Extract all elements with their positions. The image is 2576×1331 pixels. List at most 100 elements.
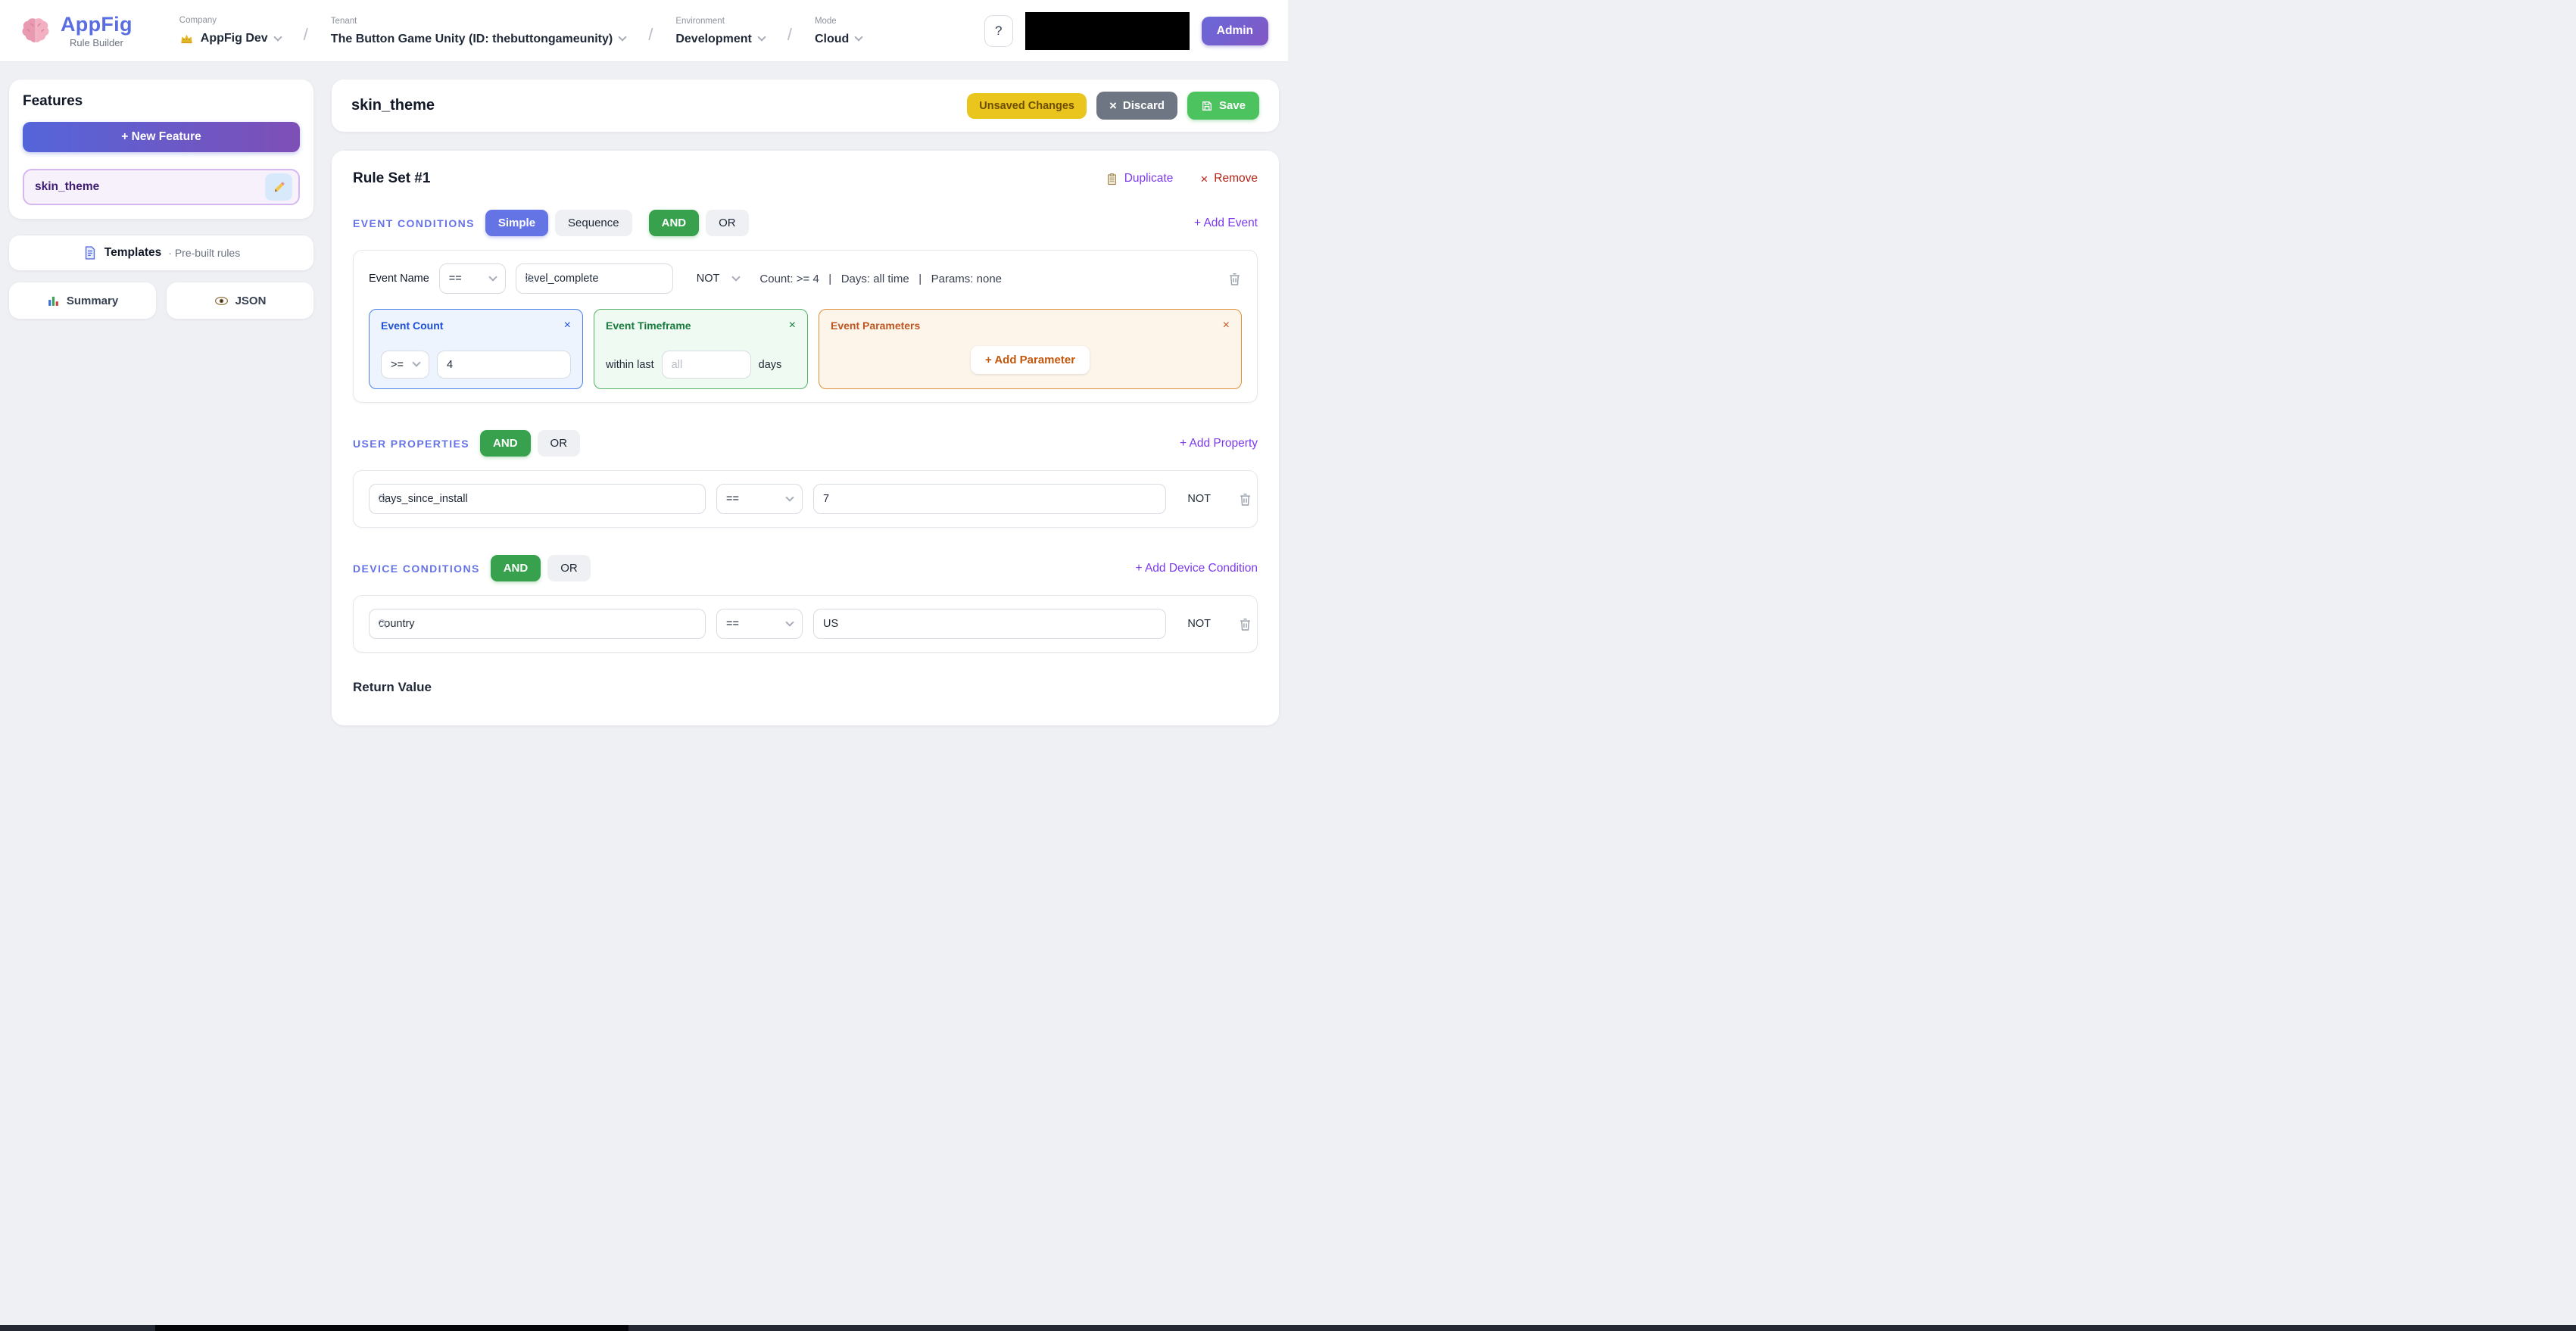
chevron-down-icon: [619, 33, 627, 41]
event-count-title: Event Count: [381, 320, 443, 332]
event-summary: Count: >= 4 | Days: all time | Params: n…: [759, 273, 1002, 285]
feature-item-skin-theme[interactable]: skin_theme: [23, 169, 300, 205]
event-name-label: Event Name: [369, 273, 429, 285]
ruleset-panel: Rule Set #1 Duplicate × Remove: [332, 151, 1279, 725]
ruleset-title: Rule Set #1: [353, 170, 430, 187]
event-condition-card: Event Name == NOT Count: >= 4 | Days: al…: [353, 250, 1258, 403]
add-property-button[interactable]: + Add Property: [1180, 437, 1258, 450]
device-operator-select[interactable]: ==: [716, 609, 803, 639]
environment-label: Environment: [675, 17, 764, 26]
property-not-toggle[interactable]: NOT: [1187, 493, 1211, 505]
user-logic-and-toggle[interactable]: AND: [480, 430, 531, 457]
device-not-toggle[interactable]: NOT: [1187, 618, 1211, 630]
event-count-card: Event Count × >=: [369, 309, 583, 389]
breadcrumb-separator: /: [787, 25, 792, 45]
breadcrumb-separator: /: [304, 25, 308, 45]
features-panel: Features + New Feature skin_theme: [9, 79, 313, 219]
horizontal-scrollbar[interactable]: [0, 1325, 2576, 1331]
tenant-label: Tenant: [331, 17, 625, 26]
user-property-row: == NOT: [353, 470, 1258, 528]
feature-toolbar: skin_theme Unsaved Changes × Discard Sav…: [332, 79, 1279, 132]
json-label: JSON: [235, 295, 267, 307]
brain-logo-icon: [20, 15, 51, 47]
user-properties-heading: USER PROPERTIES: [353, 438, 469, 450]
event-mode-simple-tab[interactable]: Simple: [485, 210, 548, 236]
summary-label: Summary: [67, 295, 118, 307]
breadcrumb-separator: /: [648, 25, 653, 45]
close-event-count-button[interactable]: ×: [564, 320, 571, 332]
app-logo: AppFig Rule Builder: [20, 13, 133, 48]
delete-property-button[interactable]: [1238, 492, 1252, 507]
event-logic-or-toggle[interactable]: OR: [706, 210, 749, 236]
close-event-timeframe-button[interactable]: ×: [789, 320, 796, 332]
property-search[interactable]: [369, 484, 706, 514]
event-not-select[interactable]: NOT: [694, 263, 743, 294]
duplicate-ruleset-button[interactable]: Duplicate: [1106, 172, 1174, 185]
device-search[interactable]: [369, 609, 706, 639]
event-parameters-title: Event Parameters: [831, 320, 920, 332]
unsaved-changes-badge: Unsaved Changes: [967, 93, 1087, 119]
edit-feature-button[interactable]: [265, 173, 292, 201]
device-value-input[interactable]: [813, 609, 1166, 639]
property-operator-select[interactable]: ==: [716, 484, 803, 514]
scrollbar-thumb[interactable]: [155, 1325, 628, 1331]
delete-device-condition-button[interactable]: [1238, 617, 1252, 631]
document-icon: [83, 245, 98, 260]
delete-event-button[interactable]: [1227, 272, 1242, 286]
view-switcher: Summary JSON: [9, 282, 313, 319]
search-icon: [524, 273, 535, 285]
company-selector[interactable]: Company AppFig Dev: [179, 16, 281, 46]
app-subtitle: Rule Builder: [70, 37, 123, 48]
discard-button[interactable]: × Discard: [1096, 92, 1177, 120]
admin-button[interactable]: Admin: [1202, 17, 1268, 45]
templates-button[interactable]: Templates · Pre-built rules: [9, 235, 313, 270]
close-icon: ×: [1109, 99, 1117, 112]
pencil-icon: [273, 181, 285, 194]
new-feature-button[interactable]: + New Feature: [23, 122, 300, 152]
json-view-button[interactable]: JSON: [167, 282, 313, 319]
event-name-search[interactable]: [516, 263, 673, 294]
remove-ruleset-button[interactable]: × Remove: [1200, 172, 1258, 185]
add-device-condition-button[interactable]: + Add Device Condition: [1135, 562, 1258, 575]
main-content: skin_theme Unsaved Changes × Discard Sav…: [332, 79, 1279, 725]
device-property-input[interactable]: [369, 609, 706, 639]
device-condition-row: == NOT: [353, 595, 1258, 653]
company-label: Company: [179, 16, 281, 25]
company-value: AppFig Dev: [201, 32, 268, 45]
event-mode-sequence-tab[interactable]: Sequence: [555, 210, 632, 236]
days-label: days: [759, 359, 782, 371]
count-operator-select[interactable]: >=: [381, 351, 429, 379]
environment-selector[interactable]: Environment Development: [675, 17, 764, 46]
save-button[interactable]: Save: [1187, 92, 1259, 120]
add-event-button[interactable]: + Add Event: [1194, 217, 1258, 230]
search-icon: [377, 494, 388, 505]
property-name-input[interactable]: [369, 484, 706, 514]
event-name-input[interactable]: [516, 263, 673, 294]
close-event-parameters-button[interactable]: ×: [1223, 320, 1230, 332]
feature-name: skin_theme: [35, 180, 99, 194]
device-conditions-heading: DEVICE CONDITIONS: [353, 563, 480, 575]
add-parameter-button[interactable]: + Add Parameter: [971, 346, 1090, 374]
event-logic-and-toggle[interactable]: AND: [649, 210, 700, 236]
eye-icon: [214, 294, 229, 308]
count-value-input[interactable]: [437, 351, 571, 379]
help-button[interactable]: ?: [984, 15, 1013, 47]
mode-value: Cloud: [815, 33, 849, 46]
trash-icon: [1238, 492, 1252, 507]
property-value-input[interactable]: [813, 484, 1166, 514]
mode-selector[interactable]: Mode Cloud: [815, 17, 862, 46]
event-timeframe-title: Event Timeframe: [606, 320, 691, 332]
event-operator-select[interactable]: ==: [439, 263, 506, 294]
device-logic-or-toggle[interactable]: OR: [547, 555, 591, 581]
user-logic-or-toggle[interactable]: OR: [538, 430, 581, 457]
device-logic-and-toggle[interactable]: AND: [491, 555, 541, 581]
page-body: Features + New Feature skin_theme Templa…: [0, 62, 1288, 743]
tenant-selector[interactable]: Tenant The Button Game Unity (ID: thebut…: [331, 17, 625, 46]
tenant-value: The Button Game Unity (ID: thebuttongame…: [331, 33, 613, 46]
features-title: Features: [23, 93, 300, 110]
chevron-down-icon: [757, 33, 766, 41]
summary-view-button[interactable]: Summary: [9, 282, 156, 319]
timeframe-days-input[interactable]: [662, 351, 751, 379]
within-last-label: within last: [606, 359, 654, 371]
redacted-user-info: [1025, 12, 1190, 50]
